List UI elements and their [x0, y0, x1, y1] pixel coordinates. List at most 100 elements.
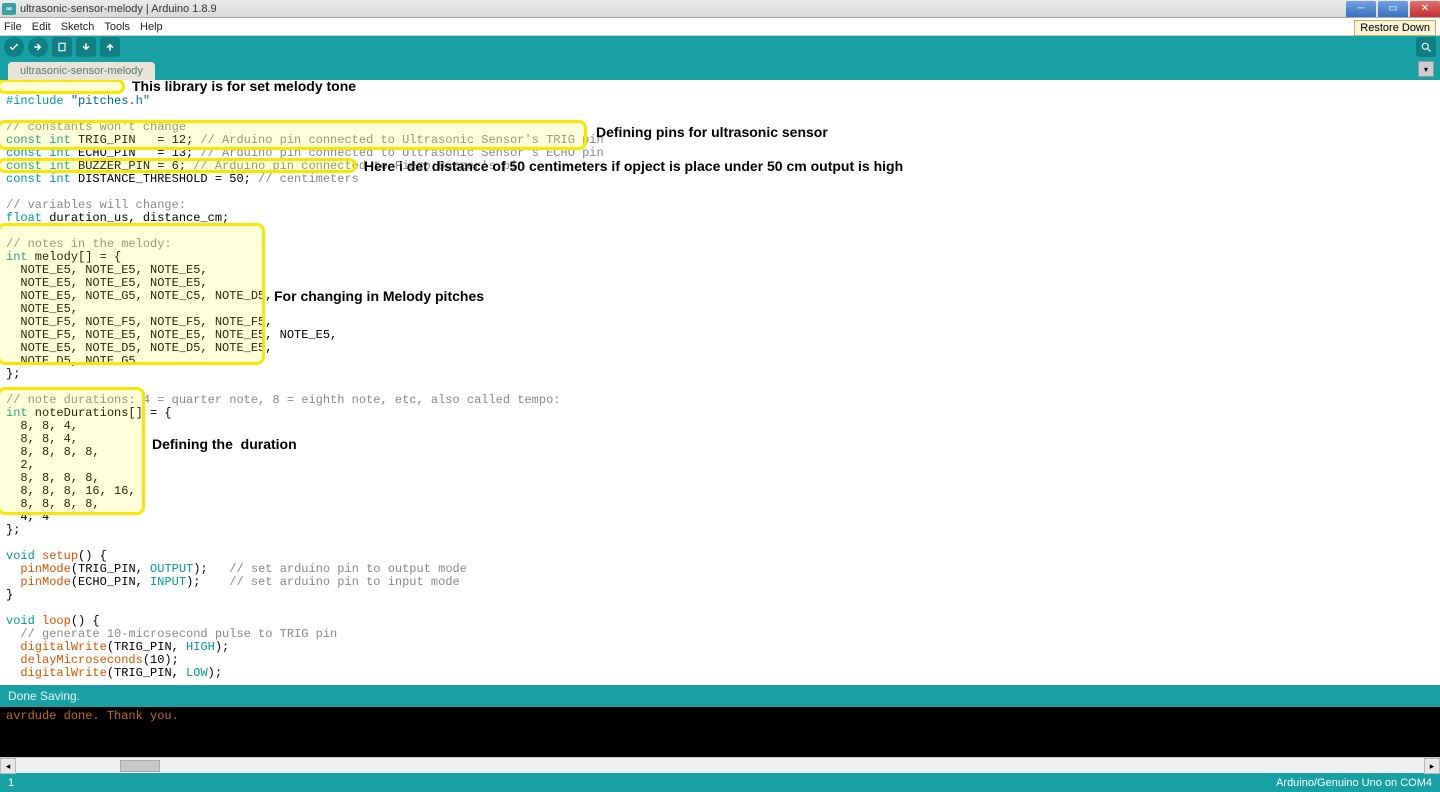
- code: OUTPUT: [150, 562, 193, 576]
- code: TRIG_PIN = 12;: [71, 133, 201, 147]
- code: // generate 10-microsecond pulse to TRIG…: [6, 627, 337, 641]
- code: 8, 8, 8, 8,: [6, 471, 100, 485]
- code: [6, 562, 20, 576]
- code: const int: [6, 133, 71, 147]
- verify-button[interactable]: [4, 37, 24, 57]
- scroll-thumb[interactable]: [120, 760, 160, 772]
- code: // constants won't change: [6, 120, 186, 134]
- close-button[interactable]: ✕: [1410, 1, 1440, 17]
- code: NOTE_E5, NOTE_D5, NOTE_D5, NOTE_E5,: [6, 341, 272, 355]
- code: float: [6, 211, 42, 225]
- code-editor[interactable]: #include "pitches.h" // constants won't …: [0, 80, 1440, 685]
- serial-monitor-button[interactable]: [1416, 37, 1436, 57]
- code: (ECHO_PIN,: [71, 575, 150, 589]
- code: };: [6, 523, 20, 537]
- code: DISTANCE_THRESHOLD = 50;: [71, 172, 258, 186]
- code: 2,: [6, 458, 35, 472]
- code: (TRIG_PIN,: [71, 562, 150, 576]
- scroll-left-icon[interactable]: ◂: [0, 758, 16, 774]
- code: ECHO_PIN = 13;: [71, 146, 201, 160]
- upload-button[interactable]: [28, 37, 48, 57]
- code: melody[] = {: [28, 250, 122, 264]
- code: delayMicroseconds: [20, 653, 142, 667]
- code: );: [208, 666, 222, 680]
- new-button[interactable]: [52, 37, 72, 57]
- code: HIGH: [186, 640, 215, 654]
- code: NOTE_E5,: [6, 302, 78, 316]
- code: digitalWrite: [20, 640, 106, 654]
- save-button[interactable]: [100, 37, 120, 57]
- code: const int: [6, 159, 71, 173]
- code: "pitches.h": [71, 94, 150, 108]
- toolbar: [0, 36, 1440, 58]
- horizontal-scrollbar[interactable]: ◂ ▸: [0, 757, 1440, 773]
- code: );: [215, 640, 229, 654]
- code: 4, 4: [6, 510, 49, 524]
- code: // Arduino pin connected to Ultrasonic S…: [200, 146, 603, 160]
- code: // Arduino pin connected to Ultrasonic S…: [200, 133, 603, 147]
- status-bar: Done Saving.: [0, 685, 1440, 707]
- scroll-right-icon[interactable]: ▸: [1424, 758, 1440, 774]
- code: digitalWrite: [20, 666, 106, 680]
- code: noteDurations[] = {: [28, 406, 172, 420]
- code: NOTE_F5, NOTE_F5, NOTE_F5, NOTE_F5,: [6, 315, 272, 329]
- code: const int: [6, 146, 71, 160]
- window-title: ultrasonic-sensor-melody | Arduino 1.8.9: [20, 3, 1344, 15]
- code: () {: [78, 549, 107, 563]
- footer-bar: 1 Arduino/Genuino Uno on COM4: [0, 773, 1440, 792]
- arduino-icon: ∞: [2, 3, 16, 15]
- code: (10);: [143, 653, 179, 667]
- tab-bar: ultrasonic-sensor-melody ▾: [0, 58, 1440, 80]
- code: );: [186, 575, 229, 589]
- code: void: [6, 549, 35, 563]
- code: // Arduino pin connected to Piezo Buzzer…: [193, 159, 524, 173]
- code: // note durations: 4 = quarter note, 8 =…: [6, 393, 561, 407]
- menu-bar: File Edit Sketch Tools Help: [0, 18, 1440, 36]
- code: NOTE_E5, NOTE_G5, NOTE_C5, NOTE_D5,: [6, 289, 272, 303]
- code: // notes in the melody:: [6, 237, 172, 251]
- code: 8, 8, 4,: [6, 419, 78, 433]
- annotation-4: For changing in Melody pitches: [274, 290, 484, 303]
- menu-sketch[interactable]: Sketch: [61, 21, 95, 33]
- annotation-5: Defining the duration: [152, 438, 297, 451]
- code: loop: [35, 614, 71, 628]
- code: (TRIG_PIN,: [107, 640, 186, 654]
- code: // centimeters: [258, 172, 359, 186]
- code: NOTE_E5, NOTE_E5, NOTE_E5,: [6, 263, 208, 277]
- sketch-tab[interactable]: ultrasonic-sensor-melody: [8, 62, 155, 80]
- code: duration_us, distance_cm;: [42, 211, 229, 225]
- code: // variables will change:: [6, 198, 186, 212]
- annotation-2: Defining pins for ultrasonic sensor: [596, 126, 828, 139]
- open-button[interactable]: [76, 37, 96, 57]
- maximize-button[interactable]: ▭: [1378, 1, 1408, 17]
- minimize-button[interactable]: ─: [1346, 1, 1376, 17]
- title-bar: ∞ ultrasonic-sensor-melody | Arduino 1.8…: [0, 0, 1440, 18]
- code: #include: [6, 94, 71, 108]
- code: NOTE_F5, NOTE_E5, NOTE_E5, NOTE_E5, NOTE…: [6, 328, 337, 342]
- code: // set arduino pin to input mode: [229, 575, 459, 589]
- code: [6, 653, 20, 667]
- console-output[interactable]: avrdude done. Thank you.: [0, 707, 1440, 757]
- code: [6, 575, 20, 589]
- code: 8, 8, 8, 8,: [6, 445, 100, 459]
- status-text: Done Saving.: [8, 689, 80, 703]
- code: pinMode: [20, 575, 70, 589]
- annotation-1: This library is for set melody tone: [132, 80, 356, 93]
- restore-down-tooltip: Restore Down: [1354, 20, 1436, 36]
- menu-file[interactable]: File: [4, 21, 22, 33]
- code: pinMode: [20, 562, 70, 576]
- board-info: Arduino/Genuino Uno on COM4: [1276, 777, 1432, 789]
- tab-menu-button[interactable]: ▾: [1418, 61, 1434, 77]
- code: INPUT: [150, 575, 186, 589]
- highlight-include: [0, 80, 125, 94]
- code: int: [6, 250, 28, 264]
- code: const int: [6, 172, 71, 186]
- menu-edit[interactable]: Edit: [32, 21, 51, 33]
- menu-tools[interactable]: Tools: [104, 21, 130, 33]
- code: [6, 640, 20, 654]
- code: };: [6, 367, 20, 381]
- menu-help[interactable]: Help: [140, 21, 163, 33]
- code: NOTE_E5, NOTE_E5, NOTE_E5,: [6, 276, 208, 290]
- code: void: [6, 614, 35, 628]
- code: 8, 8, 4,: [6, 432, 78, 446]
